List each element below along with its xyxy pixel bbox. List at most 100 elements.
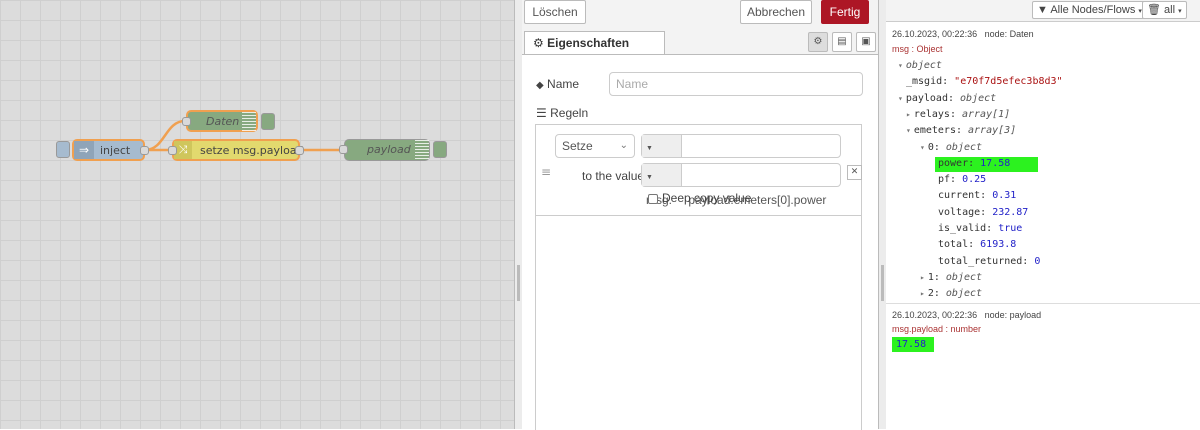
tree-property: total_returned: 0 (938, 255, 1040, 269)
tree-key: total_returned: (938, 255, 1035, 267)
grip (517, 265, 520, 301)
caret-down-icon: ▾ (898, 93, 903, 103)
filter-all-dropdown[interactable]: 🗑 all ▾ (1142, 1, 1187, 19)
caret-down-icon: ▾ (906, 126, 911, 136)
tree-value: 6193.8 (980, 239, 1017, 251)
chevron-down-icon: ⌄ (619, 140, 628, 151)
tree-key: relays: (913, 108, 962, 120)
filter-icon: ▼ (1037, 4, 1048, 16)
type-dropdown[interactable]: ▼ msg. (642, 135, 682, 178)
arrow-right-icon: ⇒ (74, 141, 94, 159)
done-button[interactable]: Fertig (821, 0, 869, 24)
tree-key: total: (938, 239, 981, 251)
tree-node-toggle[interactable]: ▾ emeters: array[3] (906, 124, 1016, 138)
filter-nodes-dropdown[interactable]: ▼ Alle Nodes/Flows ▾ (1032, 1, 1147, 19)
tree-key: payload: (905, 92, 961, 104)
tree-property: is_valid: true (938, 222, 1022, 236)
tree-value: 232.87 (992, 206, 1029, 218)
settings-icon[interactable]: ⚙ (808, 32, 828, 52)
tree-property: current: 0.31 (938, 189, 1016, 203)
value-input[interactable]: ▼ msg. payload.emeters[0].power (641, 163, 841, 207)
tree-node-toggle[interactable]: ▸ 2: object (920, 287, 982, 301)
tree-key: 1: (927, 271, 946, 283)
debug-sidebar: ▼ Alle Nodes/Flows ▾ 🗑 all ▾ 26.10.2023,… (886, 0, 1200, 429)
property-input[interactable]: ▼ msg. payload (641, 134, 841, 178)
tree-key: 2: (927, 288, 946, 300)
input-port[interactable] (182, 117, 191, 126)
tree-key: emeters: (913, 125, 969, 137)
delete-button[interactable]: Löschen (524, 0, 586, 24)
tree-property: power: 17.58 (935, 156, 1039, 172)
caret-down-icon: ▾ (898, 61, 903, 70)
tree-value: 17.58 (980, 157, 1011, 169)
output-port[interactable] (140, 146, 149, 155)
flow-workspace[interactable]: Daten ⇒ inject ⤨ setze msg.payload paylo… (0, 0, 514, 429)
tree-key: voltage: (938, 206, 993, 218)
tree-node-toggle[interactable]: ▾ 0: object (920, 141, 982, 155)
node-label: Daten (206, 115, 240, 128)
caret-right-icon: ▸ (920, 272, 925, 282)
output-port[interactable] (295, 146, 304, 155)
tree-node-toggle[interactable]: ▸ relays: array[1] (906, 108, 1010, 122)
rules-label: ☰ Regeln (536, 106, 589, 120)
inject-node[interactable]: ⇒ inject (72, 139, 149, 161)
gear-icon: ⚙ (533, 36, 544, 50)
tree-value: object (945, 271, 983, 283)
tab-properties[interactable]: ⚙ Eigenschaften (524, 31, 665, 55)
tree-node-toggle[interactable]: ▾ payload: object (898, 92, 996, 106)
node-label: setze msg.payload (200, 144, 304, 157)
input-port[interactable] (168, 146, 177, 155)
workspace-resize-handle[interactable] (514, 0, 522, 429)
debug-icon (415, 140, 429, 160)
tree-key: is_valid: (938, 223, 999, 234)
tree-key: 0: (927, 141, 946, 153)
debug-node-daten[interactable]: Daten (182, 110, 258, 132)
debug-toggle-button[interactable] (433, 141, 447, 158)
tree-node-toggle[interactable]: ▾ object (898, 59, 942, 73)
tree-property: voltage: 232.87 (938, 206, 1028, 220)
deep-copy-label: Deep copy value (662, 191, 752, 205)
debug-toggle-button[interactable] (261, 113, 275, 130)
deep-copy-checkbox[interactable] (648, 194, 658, 204)
tree-value: true (998, 223, 1023, 234)
cancel-button[interactable]: Abbrechen (740, 0, 812, 24)
tree-value: 0.31 (992, 190, 1017, 202)
message-topic: msg : Object (892, 44, 943, 54)
description-icon[interactable]: ▤ (832, 32, 852, 52)
tree-value: object (905, 60, 942, 71)
type-dropdown[interactable]: ▼ msg. (642, 164, 682, 207)
list-icon: ☰ (536, 106, 547, 120)
tree-value: object (945, 288, 983, 300)
tree-value: 0 (1034, 255, 1041, 267)
tree-key: current: (938, 190, 993, 202)
node-label: inject (100, 144, 131, 157)
drag-handle-icon[interactable]: ≡ (541, 165, 551, 179)
caret-right-icon: ▸ (906, 109, 911, 119)
tree-property: total: 6193.8 (938, 238, 1016, 252)
change-node[interactable]: ⤨ setze msg.payload (168, 139, 304, 161)
payload-value: 17.58 (892, 337, 934, 352)
name-input[interactable]: Name (609, 72, 863, 96)
delete-rule-button[interactable]: ✕ (847, 165, 862, 180)
sidebar-resize-handle[interactable] (878, 0, 886, 429)
input-port[interactable] (339, 145, 348, 154)
rule-row: ≡ Setze ⌄ ▼ msg. payload to the value ▼ … (536, 125, 862, 216)
inject-trigger-button[interactable] (56, 141, 70, 158)
edit-tray: Löschen Abbrechen Fertig ⚙ Eigenschaften… (522, 0, 878, 430)
tree-value: object (960, 92, 997, 104)
debug-toolbar: ▼ Alle Nodes/Flows ▾ 🗑 all ▾ (886, 0, 1200, 22)
tree-key: pf: (938, 174, 963, 186)
name-label: ◆ Name (536, 77, 580, 91)
tree-node-toggle[interactable]: ▸ 1: object (920, 271, 982, 285)
appearance-icon[interactable]: ▣ (856, 32, 876, 52)
wires (144, 119, 344, 152)
node-label: payload (367, 143, 411, 156)
message-meta: 26.10.2023, 00:22:36 node: payload (892, 310, 1042, 320)
tree-value: 0.25 (962, 174, 987, 186)
rule-action-select[interactable]: Setze ⌄ (555, 134, 635, 158)
message-topic: msg.payload : number (892, 324, 982, 334)
caret-right-icon: ▸ (920, 289, 925, 299)
tree-value: "e70f7d5efec3b8d3" (954, 76, 1063, 88)
tree-property: _msgid: "e70f7d5efec3b8d3" (906, 75, 1063, 89)
debug-node-payload[interactable]: payload (339, 139, 430, 161)
